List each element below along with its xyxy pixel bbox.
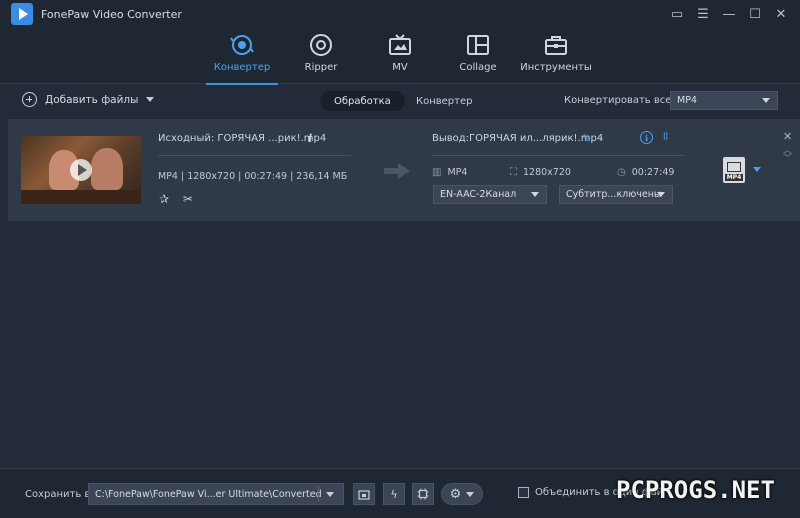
add-files-label: Добавить файлы bbox=[45, 93, 139, 106]
output-resolution-info: ⛶ 1280x720 bbox=[510, 167, 571, 178]
chevron-down-icon[interactable] bbox=[753, 167, 761, 172]
output-format: MP4 bbox=[447, 167, 468, 178]
divider bbox=[432, 155, 685, 156]
feedback-icon[interactable]: ▭ bbox=[666, 4, 688, 24]
film-icon bbox=[727, 162, 741, 172]
output-resolution: 1280x720 bbox=[523, 167, 571, 178]
tab-tools[interactable]: Инструменты bbox=[516, 32, 596, 82]
menu-icon[interactable]: ☰ bbox=[692, 4, 714, 24]
chevron-down-icon bbox=[657, 192, 665, 197]
maximize-button[interactable]: ☐ bbox=[744, 4, 766, 24]
arrow-right-icon bbox=[384, 163, 410, 179]
settings-button[interactable]: ⚙ bbox=[441, 483, 483, 505]
tab-label: Collage bbox=[459, 62, 497, 73]
source-file-meta: MP4 | 1280x720 | 00:27:49 | 236,14 МБ bbox=[158, 171, 348, 182]
output-duration-info: ◷ 00:27:49 bbox=[617, 167, 674, 178]
compress-icon[interactable]: ⇳ bbox=[661, 130, 670, 143]
play-icon[interactable] bbox=[70, 159, 92, 181]
add-icon bbox=[22, 92, 37, 107]
disc-icon bbox=[308, 32, 334, 58]
film-icon: ▥ bbox=[432, 167, 442, 178]
video-thumbnail[interactable] bbox=[21, 136, 141, 204]
clock-icon: ◷ bbox=[617, 167, 626, 178]
tab-label: Инструменты bbox=[520, 62, 592, 73]
convert-all-value: MP4 bbox=[677, 95, 697, 106]
minimize-button[interactable]: — bbox=[718, 4, 740, 24]
tab-label: MV bbox=[392, 62, 408, 73]
info-circle-icon[interactable]: i bbox=[640, 131, 653, 144]
convert-all-label: Конвертировать все в: bbox=[564, 95, 684, 106]
toolbar: Добавить файлы Обработка Конвертер Конве… bbox=[0, 85, 800, 117]
gpu-accel-button[interactable] bbox=[412, 483, 434, 505]
close-button[interactable]: ✕ bbox=[770, 4, 792, 24]
checkbox[interactable] bbox=[518, 487, 529, 498]
chip-off-icon bbox=[417, 488, 429, 500]
chevron-down-icon bbox=[326, 492, 334, 497]
title-bar: FonePaw Video Converter ▭ ☰ — ☐ ✕ bbox=[0, 0, 800, 28]
chevron-down-icon[interactable] bbox=[146, 97, 155, 102]
chevron-down-icon bbox=[466, 491, 475, 497]
tab-collage[interactable]: Collage bbox=[438, 32, 518, 82]
chevron-down-icon[interactable]: ﹀ bbox=[783, 151, 792, 164]
save-path-select[interactable]: C:\FonePaw\FonePaw Vi...er Ultimate\Conv… bbox=[88, 483, 344, 505]
tab-label: Конвертер bbox=[213, 62, 271, 73]
convert-all-format-select[interactable]: MP4 bbox=[670, 91, 778, 110]
window-controls: ▭ ☰ — ☐ ✕ bbox=[666, 4, 792, 24]
output-duration: 00:27:49 bbox=[631, 167, 675, 178]
tab-converter[interactable]: Конвертер bbox=[202, 32, 282, 85]
hardware-accel-button[interactable]: ϟ bbox=[383, 483, 405, 505]
segment-converter[interactable]: Конвертер bbox=[402, 91, 486, 111]
chevron-down-icon bbox=[531, 192, 539, 197]
tab-label: Ripper bbox=[304, 62, 338, 73]
lightning-off-icon: ϟ bbox=[390, 487, 398, 501]
info-icon[interactable]: i bbox=[308, 132, 312, 145]
app-title: FonePaw Video Converter bbox=[41, 7, 182, 21]
divider bbox=[158, 155, 351, 156]
chevron-down-icon bbox=[762, 98, 770, 103]
subtitle-select[interactable]: Субтитр...ключены bbox=[559, 185, 673, 204]
enhance-icon[interactable]: ✰ bbox=[159, 192, 169, 206]
tab-mv[interactable]: MV bbox=[360, 32, 440, 82]
scissors-icon[interactable]: ✂ bbox=[183, 192, 193, 206]
output-format-button[interactable]: MP4 bbox=[723, 157, 745, 183]
add-files-button[interactable]: Добавить файлы bbox=[22, 92, 155, 107]
subtitle-value: Субтитр...ключены bbox=[566, 189, 662, 200]
tv-icon bbox=[387, 32, 413, 58]
audio-track-value: EN-AAC-2Канал bbox=[440, 189, 517, 200]
remove-item-icon[interactable]: ✕ bbox=[783, 130, 792, 143]
output-file-name: Вывод:ГОРЯЧАЯ ил...лярик!.mp4 bbox=[432, 133, 604, 144]
tab-ripper[interactable]: Ripper bbox=[281, 32, 361, 82]
resize-icon: ⛶ bbox=[510, 167, 517, 178]
segment-processing[interactable]: Обработка bbox=[320, 91, 405, 111]
main-nav: Конвертер Ripper MV Collage Инструменты bbox=[0, 28, 800, 85]
gear-icon: ⚙ bbox=[449, 486, 462, 502]
source-file-name: Исходный: ГОРЯЧАЯ ...рик!.mp4 bbox=[158, 133, 327, 144]
save-to-label: Сохранить в: bbox=[25, 489, 94, 500]
toolbox-icon bbox=[543, 32, 569, 58]
format-badge-label: MP4 bbox=[724, 174, 744, 181]
collage-icon bbox=[465, 32, 491, 58]
save-path-value: C:\FonePaw\FonePaw Vi...er Ultimate\Conv… bbox=[95, 488, 322, 500]
folder-icon bbox=[358, 489, 370, 500]
output-format-info: ▥ MP4 bbox=[432, 167, 467, 178]
open-folder-button[interactable] bbox=[353, 483, 375, 505]
file-item: Исходный: ГОРЯЧАЯ ...рик!.mp4 i MP4 | 12… bbox=[8, 119, 800, 221]
converter-icon bbox=[229, 32, 255, 58]
edit-icon[interactable]: ✎ bbox=[582, 132, 591, 145]
app-logo-icon bbox=[11, 3, 33, 25]
watermark-logo: PCPROGS.NET bbox=[616, 476, 775, 504]
audio-track-select[interactable]: EN-AAC-2Канал bbox=[433, 185, 547, 204]
